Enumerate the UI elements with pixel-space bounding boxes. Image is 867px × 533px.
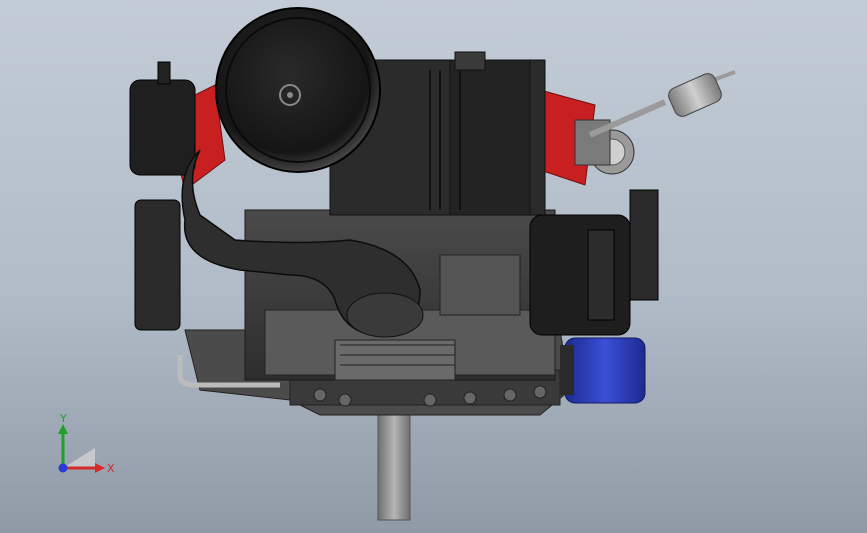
engine-model[interactable] — [0, 0, 867, 533]
inline-fuel-filter — [668, 73, 722, 117]
x-axis-label: X — [107, 462, 115, 475]
orientation-triad[interactable]: Y X — [50, 410, 120, 480]
oil-filter — [560, 337, 646, 404]
graphics-viewport[interactable]: Y X — [0, 0, 867, 533]
z-axis — [58, 463, 68, 473]
y-axis-label: Y — [59, 412, 67, 425]
air-filter-cover — [215, 7, 381, 173]
output-shaft — [371, 399, 417, 521]
